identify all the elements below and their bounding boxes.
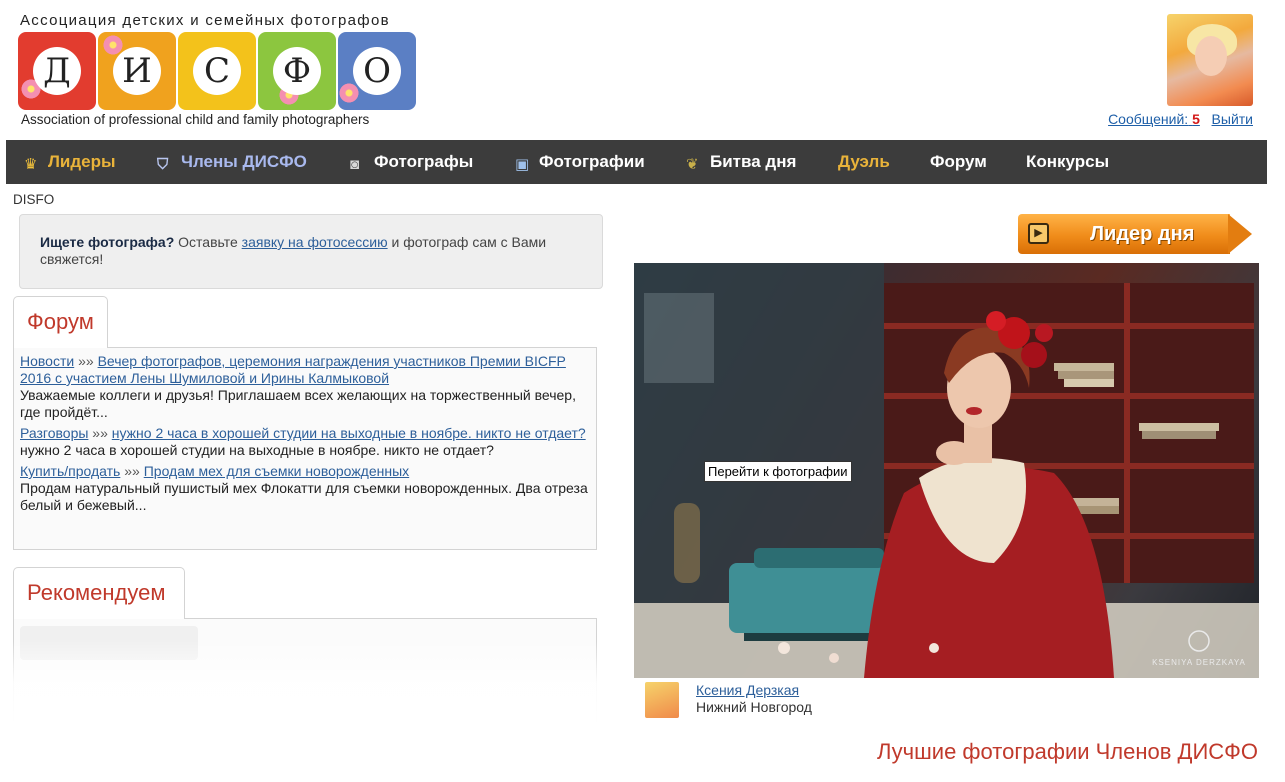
logo-letter: С [193, 47, 241, 95]
author-name-link[interactable]: Ксения Дерзкая [696, 682, 799, 698]
forum-excerpt: нужно 2 часа в хорошей студии на выходны… [20, 442, 494, 458]
logo-letter: И [113, 47, 161, 95]
author-city: Нижний Новгород [696, 699, 812, 715]
play-icon: ▶ [1028, 223, 1049, 244]
nav-item-battle[interactable]: ❦ Битва дня [686, 140, 796, 184]
nav-item-contests[interactable]: Конкурсы [1026, 140, 1109, 184]
logo-tile-i: И [98, 32, 176, 110]
logo-tagline-ru: Ассоциация детских и семейных фотографов [20, 12, 390, 29]
main-nav: ♛ Лидеры ⛉ Члены ДИСФО ◙ Фотографы ▣ Фотогра… [6, 140, 1267, 184]
forum-tab[interactable]: Форум [13, 296, 108, 348]
photo-watermark: KSENIYA DERZKAYA [1152, 658, 1246, 667]
forum-list: Новости »» Вечер фотографов, церемония н… [20, 353, 592, 518]
logo-letter: О [353, 47, 401, 95]
laurel-icon: ❦ [686, 156, 699, 173]
logo-tagline-en: Association of professional child and fa… [21, 112, 370, 127]
nav-item-leaders[interactable]: ♛ Лидеры [24, 140, 116, 184]
messages-count: 5 [1192, 111, 1200, 127]
logo-letter: Д [33, 47, 81, 95]
forum-category-link[interactable]: Разговоры [20, 425, 88, 441]
breadcrumb[interactable]: DISFO [13, 192, 54, 207]
forum-topic-link[interactable]: нужно 2 часа в хорошей студии на выходны… [112, 425, 586, 441]
logo-tile-d: Д [18, 32, 96, 110]
user-avatar[interactable] [1167, 14, 1253, 106]
messages-link[interactable]: Сообщений: 5 [1108, 111, 1200, 127]
leader-of-day-label: Лидер дня [1090, 223, 1195, 245]
logo-letter: Ф [273, 47, 321, 95]
logo-tiles: Д И С Ф О [18, 32, 418, 110]
best-photos-title: Лучшие фотографии Членов ДИСФО [877, 739, 1258, 764]
camera-icon: ◙ [350, 156, 360, 173]
forum-category-link[interactable]: Новости [20, 353, 74, 369]
logo-tile-f: Ф [258, 32, 336, 110]
user-links: Сообщений: 5 Выйти [1108, 111, 1253, 127]
nav-item-duel[interactable]: Дуэль [838, 140, 890, 184]
list-item: Новости »» Вечер фотографов, церемония н… [20, 353, 592, 421]
logout-link[interactable]: Выйти [1212, 111, 1253, 127]
photoshoot-request-link[interactable]: заявку на фотосессию [242, 234, 388, 250]
find-photographer-notice: Ищете фотографа? Оставьте заявку на фото… [19, 214, 603, 289]
list-item: Купить/продать »» Продам мех для съемки … [20, 463, 592, 514]
logo-tile-s: С [178, 32, 256, 110]
photo-tooltip: Перейти к фотографии [704, 461, 852, 482]
recommend-tab[interactable]: Рекомендуем [13, 567, 185, 619]
nav-item-members[interactable]: ⛉ Члены ДИСФО [157, 140, 307, 184]
leader-of-day-button[interactable]: ▶ Лидер дня [1018, 214, 1254, 254]
notice-bold: Ищете фотографа? [40, 234, 175, 250]
forum-topic-link[interactable]: Продам мех для съемки новорожденных [144, 463, 409, 479]
fade-overlay [0, 640, 600, 782]
nav-item-forum[interactable]: Форум [930, 140, 987, 184]
photos-icon: ▣ [515, 156, 530, 173]
site-header: Ассоциация детских и семейных фотографов… [0, 0, 1285, 140]
forum-excerpt: Продам натуральный пушистый мех Флокатти… [20, 480, 588, 513]
list-item: Разговоры »» нужно 2 часа в хорошей студ… [20, 425, 592, 459]
forum-excerpt: Уважаемые коллеги и друзья! Приглашаем в… [20, 387, 576, 420]
forum-topic-link[interactable]: Вечер фотографов, церемония награждения … [20, 353, 566, 386]
author-avatar[interactable] [645, 682, 679, 718]
logo-tile-o: О [338, 32, 416, 110]
crown-icon: ♛ [24, 156, 38, 173]
disfo-logo[interactable]: Ассоциация детских и семейных фотографов… [18, 12, 418, 130]
nav-item-photos[interactable]: ▣ Фотографии [515, 140, 645, 184]
nav-item-photographers[interactable]: ◙ Фотографы [350, 140, 473, 184]
shield-icon: ⛉ [157, 156, 169, 173]
forum-category-link[interactable]: Купить/продать [20, 463, 120, 479]
